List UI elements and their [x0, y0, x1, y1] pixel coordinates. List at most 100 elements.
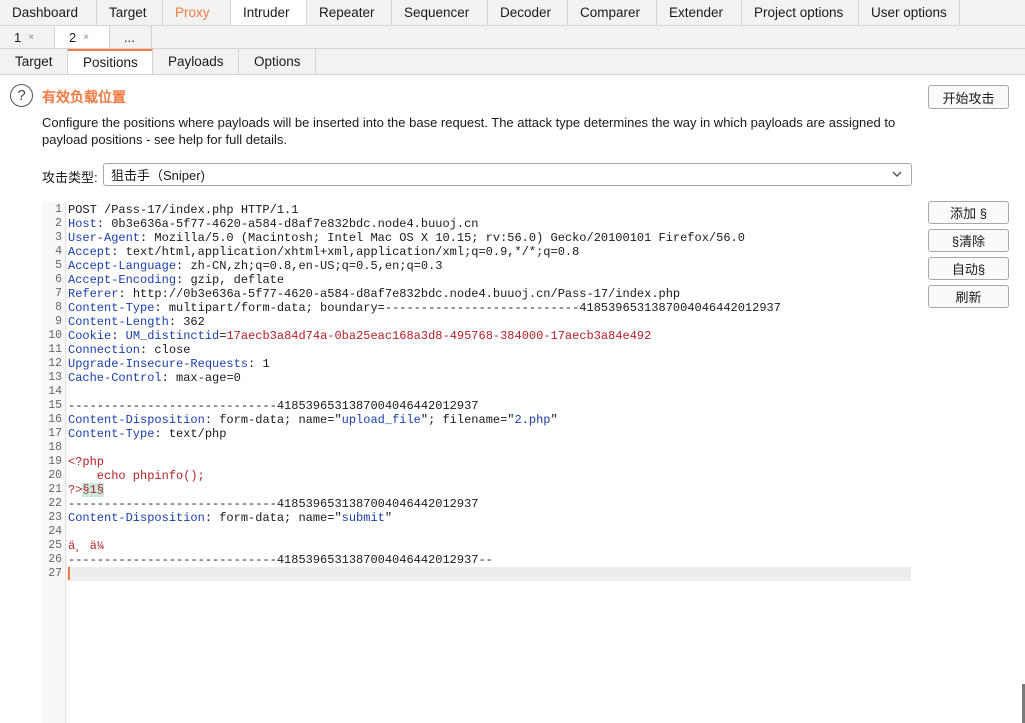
header-line: Content-Type: multipart/form-data; bound… — [68, 301, 781, 315]
request-line: POST /Pass-17/index.php HTTP/1.1 — [68, 203, 299, 217]
header-line: Accept: text/html,application/xhtml+xml,… — [68, 245, 580, 259]
help-icon[interactable]: ? — [10, 84, 33, 107]
line-number: 4 — [55, 245, 62, 258]
header-value: form-data; name= — [219, 511, 335, 525]
line-number: 18 — [48, 441, 62, 454]
attack-type-select[interactable]: 狙击手（Sniper) — [103, 163, 912, 186]
current-line[interactable] — [67, 567, 911, 581]
request-code-area[interactable]: POST /Pass-17/index.php HTTP/1.1 Host: 0… — [67, 202, 912, 723]
header-name: Accept-Language — [68, 259, 177, 273]
body-line: echo phpinfo(); — [68, 469, 205, 483]
tab-sequencer[interactable]: Sequencer — [392, 0, 488, 25]
header-name: Cache-Control — [68, 371, 162, 385]
header-value: zh-CN,zh;q=0.8,en-US;q=0.5,en;q=0.3 — [190, 259, 443, 273]
tab-payloads[interactable]: Payloads — [153, 49, 239, 74]
line-number: 14 — [48, 385, 62, 398]
header-line: Host: 0b3e636a-5f77-4620-a584-d8af7e832b… — [68, 217, 479, 231]
header-name: User-Agent — [68, 231, 141, 245]
line-number: 25 — [48, 539, 62, 552]
tab-options[interactable]: Options — [239, 49, 316, 74]
header-value: text/php — [168, 427, 227, 441]
close-icon[interactable]: × — [83, 32, 89, 43]
tab-comparer[interactable]: Comparer — [568, 0, 657, 25]
tab-target[interactable]: Target — [97, 0, 163, 25]
request-editor[interactable]: 1 2 3 4 5 6 7 8 9 10 11 12 13 14 15 16 17 18 19 20 21 22 23 24 2… — [42, 202, 912, 723]
header-value: text/html,application/xhtml+xml,applicat… — [125, 245, 580, 259]
header-name: Content-Type — [68, 301, 155, 315]
attack-tab-label: ... — [124, 29, 135, 45]
line-number: 24 — [48, 525, 62, 538]
start-attack-button[interactable]: 开始攻击 — [928, 85, 1009, 109]
line-number: 8 — [55, 301, 62, 314]
header-name: Connection — [68, 343, 141, 357]
header-value: max-age=0 — [176, 371, 241, 385]
header-value: http://0b3e636a-5f77-4620-a584-d8af7e832… — [132, 287, 681, 301]
tab-extender[interactable]: Extender — [657, 0, 742, 25]
clear-payload-markers-button[interactable]: §清除 — [928, 229, 1009, 252]
tab-dashboard[interactable]: Dashboard — [0, 0, 97, 25]
header-line: Content-Disposition: form-data; name="su… — [68, 511, 393, 525]
boundary-line: -----------------------------41853965313… — [68, 553, 493, 567]
header-name: Content-Type — [68, 427, 155, 441]
add-payload-marker-button[interactable]: 添加 § — [928, 201, 1009, 224]
body-line: ?>§1§ — [68, 483, 105, 497]
refresh-button[interactable]: 刷新 — [928, 285, 1009, 308]
line-number: 20 — [48, 469, 62, 482]
line-number: 1 — [55, 203, 62, 216]
header-name: Content-Disposition — [68, 511, 205, 525]
attack-tab-bar: 1 × 2 × ... — [0, 26, 1025, 49]
payload-position-marker[interactable]: §1§ — [82, 483, 105, 497]
tab-repeater[interactable]: Repeater — [307, 0, 392, 25]
header-name: Host — [68, 217, 97, 231]
tab-proxy[interactable]: Proxy — [163, 0, 231, 25]
tab-project-options[interactable]: Project options — [742, 0, 859, 25]
body-line: ä¸ ä¼ — [68, 539, 105, 553]
line-number: 7 — [55, 287, 62, 300]
header-line: Accept-Encoding: gzip, deflate — [68, 273, 285, 287]
tab-user-options[interactable]: User options — [859, 0, 960, 25]
header-line: Content-Length: 362 — [68, 315, 205, 329]
line-number: 15 — [48, 399, 62, 412]
attack-tab-1[interactable]: 1 × — [0, 26, 55, 48]
header-name: Accept-Encoding — [68, 273, 177, 287]
line-number: 6 — [55, 273, 62, 286]
boundary-line: -----------------------------41853965313… — [68, 497, 479, 511]
text-caret — [68, 567, 70, 581]
header-value: Mozilla/5.0 (Macintosh; Intel Mac OS X 1… — [154, 231, 745, 245]
line-number: 3 — [55, 231, 62, 244]
line-number: 13 — [48, 371, 62, 384]
section-description: Configure the positions where payloads w… — [42, 115, 896, 147]
auto-payload-markers-button[interactable]: 自动§ — [928, 257, 1009, 280]
tab-target[interactable]: Target — [0, 49, 68, 74]
tab-intruder[interactable]: Intruder — [231, 0, 307, 25]
close-icon[interactable]: × — [28, 32, 34, 43]
line-number: 22 — [48, 497, 62, 510]
param-value: 2.php — [514, 413, 551, 427]
header-name: Accept — [68, 245, 112, 259]
header-line: Cache-Control: max-age=0 — [68, 371, 241, 385]
tab-positions[interactable]: Positions — [68, 49, 153, 74]
tab-decoder[interactable]: Decoder — [488, 0, 568, 25]
line-number: 19 — [48, 455, 62, 468]
attack-tab-new[interactable]: ... — [110, 26, 152, 48]
header-value: ; filename= — [428, 413, 508, 427]
header-value: 362 — [183, 315, 205, 329]
boundary-line: -----------------------------41853965313… — [68, 399, 479, 413]
line-number: 5 — [55, 259, 62, 272]
header-value: multipart/form-data; boundary=----------… — [168, 301, 781, 315]
header-value: 1 — [262, 357, 270, 371]
header-line: Connection: close — [68, 343, 191, 357]
attack-tab-label: 2 — [69, 29, 77, 45]
cookie-name: UM_distinctid — [125, 329, 220, 343]
param-value: submit — [341, 511, 385, 525]
header-line: Cookie: UM_distinctid=17aecb3a84d74a-0ba… — [68, 329, 652, 343]
line-number: 23 — [48, 511, 62, 524]
header-name: Content-Length — [68, 315, 169, 329]
header-line: Content-Type: text/php — [68, 427, 227, 441]
attack-tab-2[interactable]: 2 × — [55, 26, 110, 48]
line-number: 21 — [48, 483, 62, 496]
attack-tab-label: 1 — [14, 29, 22, 45]
line-number: 9 — [55, 315, 62, 328]
line-number: 16 — [48, 413, 62, 426]
header-name: Upgrade-Insecure-Requests — [68, 357, 249, 371]
